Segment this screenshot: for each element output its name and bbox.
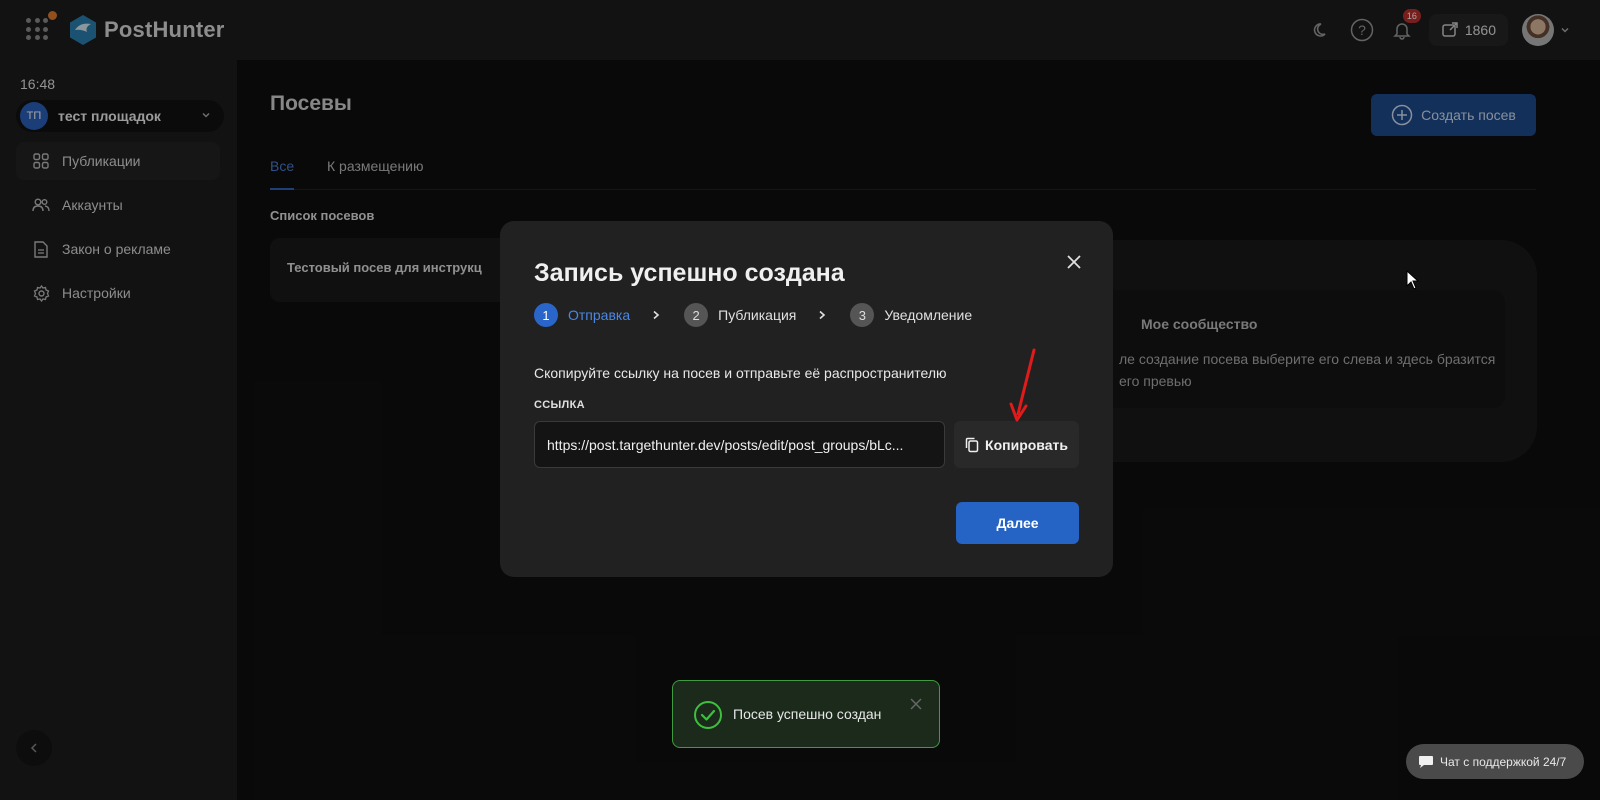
close-icon[interactable] bbox=[909, 697, 923, 711]
step-label: Публикация bbox=[718, 307, 797, 323]
step-notification: 3 Уведомление bbox=[850, 303, 972, 327]
next-button[interactable]: Далее bbox=[956, 502, 1079, 544]
copy-label: Копировать bbox=[985, 436, 1068, 453]
modal-description: Скопируйте ссылку на посев и отправьте е… bbox=[534, 365, 947, 381]
modal-title: Запись успешно создана bbox=[534, 259, 845, 287]
stepper: 1 Отправка 2 Публикация 3 Уведомление bbox=[534, 303, 972, 327]
chat-bubble-icon bbox=[1419, 755, 1433, 768]
success-toast: Посев успешно создан bbox=[672, 680, 940, 748]
step-number: 3 bbox=[850, 303, 875, 327]
step-label: Отправка bbox=[568, 307, 631, 323]
link-field[interactable]: https://post.targethunter.dev/posts/edit… bbox=[534, 421, 945, 468]
step-number: 1 bbox=[534, 303, 558, 327]
mouse-cursor-icon bbox=[1406, 270, 1420, 290]
step-number: 2 bbox=[684, 303, 709, 327]
link-label: ССЫЛКА bbox=[534, 399, 585, 411]
copy-button[interactable]: Копировать bbox=[954, 421, 1079, 468]
step-send: 1 Отправка bbox=[534, 303, 630, 327]
copy-icon bbox=[965, 437, 979, 452]
close-icon[interactable] bbox=[1065, 253, 1083, 271]
check-circle-icon bbox=[694, 701, 722, 729]
chevron-right-icon bbox=[652, 307, 660, 323]
step-label: Уведомление bbox=[884, 307, 973, 323]
support-chat-button[interactable]: Чат с поддержкой 24/7 bbox=[1406, 744, 1584, 779]
toast-message: Посев успешно создан bbox=[733, 706, 882, 722]
annotation-arrow-icon bbox=[1009, 348, 1036, 422]
chevron-right-icon bbox=[818, 307, 826, 323]
support-label: Чат с поддержкой 24/7 bbox=[1440, 754, 1567, 769]
step-publication: 2 Публикация bbox=[684, 303, 796, 327]
